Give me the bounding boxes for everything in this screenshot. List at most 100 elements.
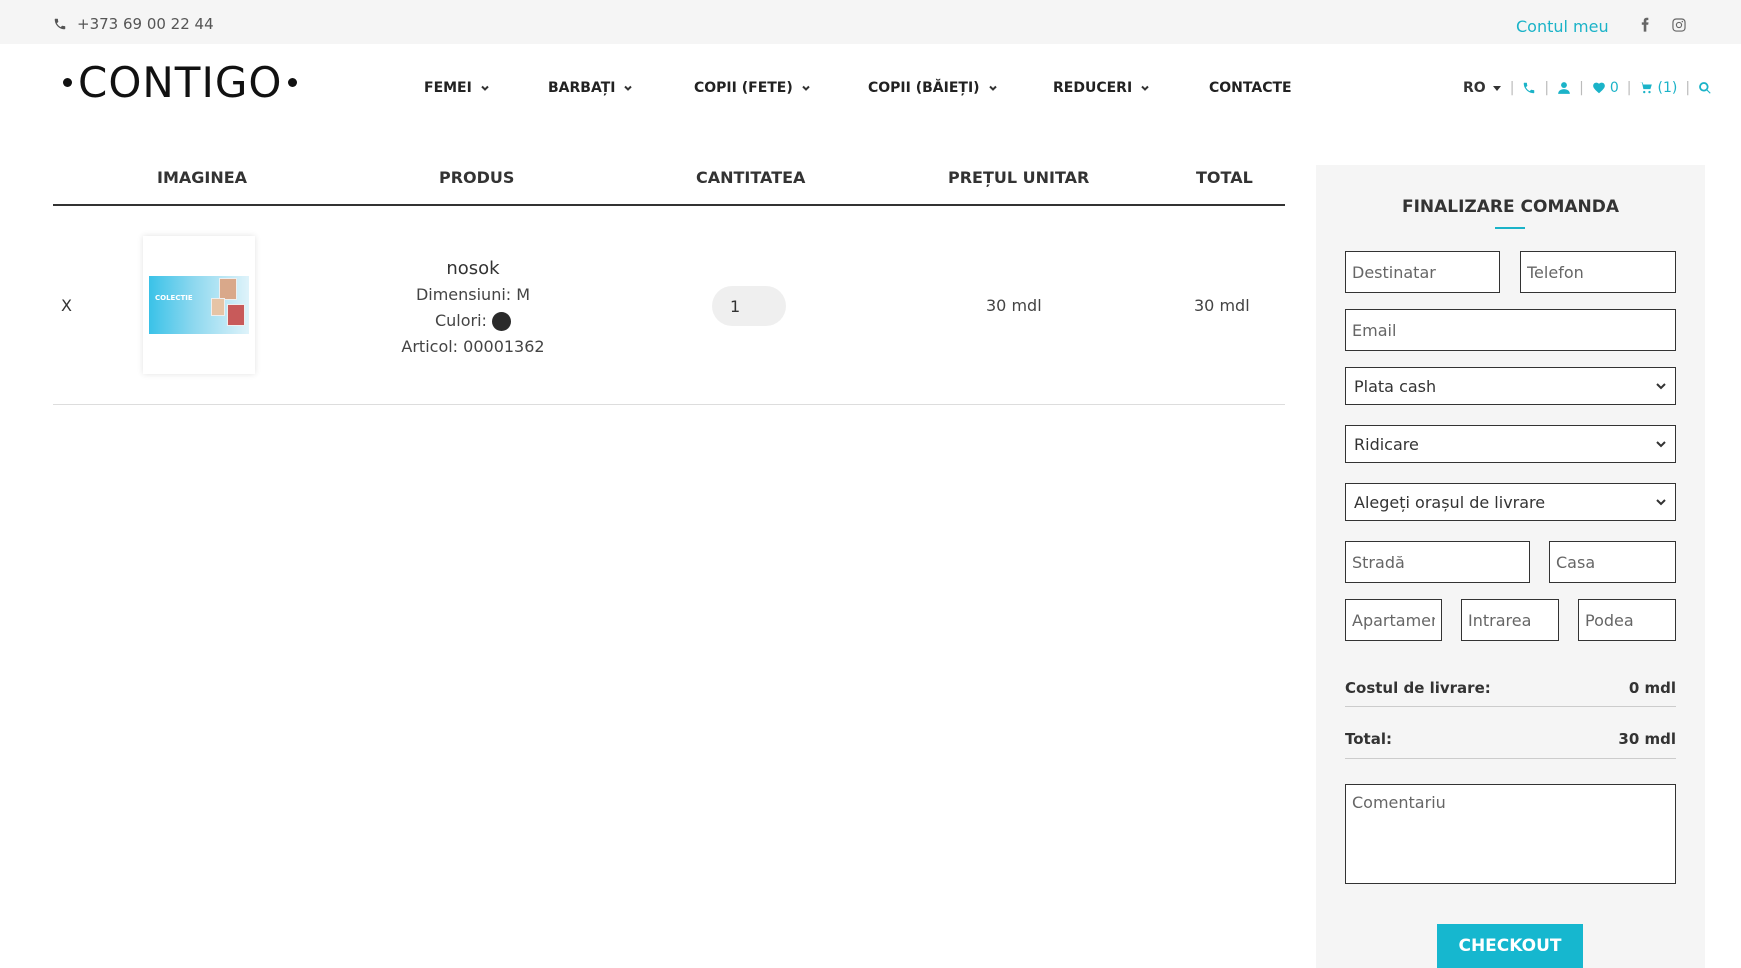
thumbnail-text: COLECTIE [155,294,193,302]
remove-item-button[interactable]: X [61,296,72,315]
product-info: nosok Dimensiuni: M Culori: Articol: 000… [373,256,573,360]
chevron-down-icon [481,85,489,91]
comment-textarea[interactable] [1345,784,1676,884]
header-phone-button[interactable] [1522,81,1536,95]
chevron-down-icon [802,85,810,91]
wishlist-count: 0 [1609,80,1619,96]
separator: | [1509,80,1515,96]
city-select[interactable]: Alegeți orașul de livrare [1345,483,1676,521]
product-thumbnail[interactable]: COLECTIE [143,236,255,374]
product-image: COLECTIE [149,276,249,334]
cart-count: (1) [1657,80,1678,96]
delivery-select-value: Ridicare [1354,434,1419,454]
header-divider [53,204,1285,206]
product-colors: Culori: [373,308,573,334]
order-total-label: Total: [1345,730,1392,748]
chevron-down-icon [1141,85,1149,91]
nav-item-reduceri[interactable]: REDUCERI [1053,80,1150,96]
wishlist-button[interactable]: 0 [1592,80,1619,96]
column-header-total: TOTAL [1196,168,1253,187]
logo-dot-left [63,78,72,87]
email-input[interactable] [1345,309,1676,351]
nav-item-label: FEMEI [424,80,472,96]
thumbnail-photo [227,304,245,326]
checkout-button[interactable]: CHECKOUT [1437,924,1583,968]
shipping-cost-value: 0 mdl [1628,679,1676,697]
nav-item-label: REDUCERI [1053,80,1133,96]
top-phone-number: +373 69 00 22 44 [77,15,214,33]
language-label: RO [1463,80,1486,96]
street-input[interactable] [1345,541,1530,583]
title-underline [1495,227,1525,229]
city-select-value: Alegeți orașul de livrare [1354,492,1546,512]
nav-item-label: COPII (FETE) [694,80,793,96]
checkout-title: FINALIZARE COMANDA [1401,197,1620,217]
separator: | [1544,80,1550,96]
product-size: Dimensiuni: M [415,285,531,304]
nav-item-label: CONTACTE [1209,80,1292,96]
top-bar: +373 69 00 22 44 Contul meu [0,0,1741,44]
phone-input[interactable] [1520,251,1676,293]
user-icon [1558,82,1570,94]
shipping-cost-label: Costul de livrare: [1345,679,1491,697]
thumbnail-photo [211,298,225,316]
phone-icon [1524,82,1535,94]
product-name[interactable]: nosok [373,256,573,282]
nav-item-barbati[interactable]: BARBAȚI [548,80,633,96]
user-button[interactable] [1557,81,1571,95]
product-article: Articol: 00001362 [401,337,545,356]
column-header-quantity: CANTITATEA [696,168,806,187]
payment-select[interactable]: Plata cash [1345,367,1676,405]
cart-button[interactable]: (1) [1639,80,1677,96]
nav-item-femei[interactable]: FEMEI [424,80,490,96]
nav-item-label: COPII (BĂIEȚI) [868,80,980,96]
unit-price: 30 mdl [986,296,1042,315]
order-total-row: Total: 30 mdl [1345,730,1676,748]
logo-dot-right [288,78,298,87]
separator: | [1685,80,1691,96]
top-phone[interactable]: +373 69 00 22 44 [53,15,214,33]
nav-item-copii-baieti[interactable]: COPII (BĂIEȚI) [868,80,998,96]
payment-select-value: Plata cash [1354,376,1437,396]
house-input[interactable] [1549,541,1676,583]
chevron-down-icon [988,85,997,91]
logo[interactable]: CONTIGO [63,58,298,107]
thumbnail-photo [219,278,237,300]
main-header: CONTIGO FEMEI BARBAȚI COPII (FETE) COPII… [0,44,1741,134]
account-link[interactable]: Contul meu [1516,17,1609,36]
column-header-product: PRODUS [439,168,515,187]
entrance-input[interactable] [1461,599,1559,641]
quantity-input[interactable] [712,286,786,326]
shipping-cost-row: Costul de livrare: 0 mdl [1345,679,1676,697]
color-swatch [492,312,512,331]
language-switcher[interactable]: RO [1463,80,1502,96]
row-total: 30 mdl [1194,296,1250,315]
column-header-unit-price: PREȚUL UNITAR [948,168,1090,187]
recipient-input[interactable] [1345,251,1500,293]
phone-icon [54,18,66,30]
row-divider [53,404,1285,405]
search-icon [1699,82,1711,94]
chevron-down-icon [1656,499,1666,506]
cart-icon [1640,82,1653,94]
separator: | [1626,80,1632,96]
checkout-panel: FINALIZARE COMANDA Plata cash Ridicare A… [1316,165,1705,968]
summary-divider [1345,758,1676,759]
nav-item-contacte[interactable]: CONTACTE [1209,80,1292,96]
chevron-down-icon [1656,441,1666,448]
caret-down-icon [1492,86,1501,91]
facebook-icon[interactable] [1637,17,1653,33]
instagram-icon[interactable] [1671,17,1687,33]
floor-input[interactable] [1578,599,1676,641]
nav-item-copii-fete[interactable]: COPII (FETE) [694,80,811,96]
heart-icon [1593,82,1605,94]
product-colors-label: Culori: [434,311,487,330]
header-actions: RO | | | 0 | (1) | [1463,80,1712,96]
chevron-down-icon [1656,383,1666,390]
column-header-image: IMAGINEA [157,168,248,187]
apartment-input[interactable] [1345,599,1442,641]
delivery-select[interactable]: Ridicare [1345,425,1676,463]
logo-text: CONTIGO [78,58,283,107]
search-button[interactable] [1698,81,1712,95]
nav-item-label: BARBAȚI [548,80,616,96]
